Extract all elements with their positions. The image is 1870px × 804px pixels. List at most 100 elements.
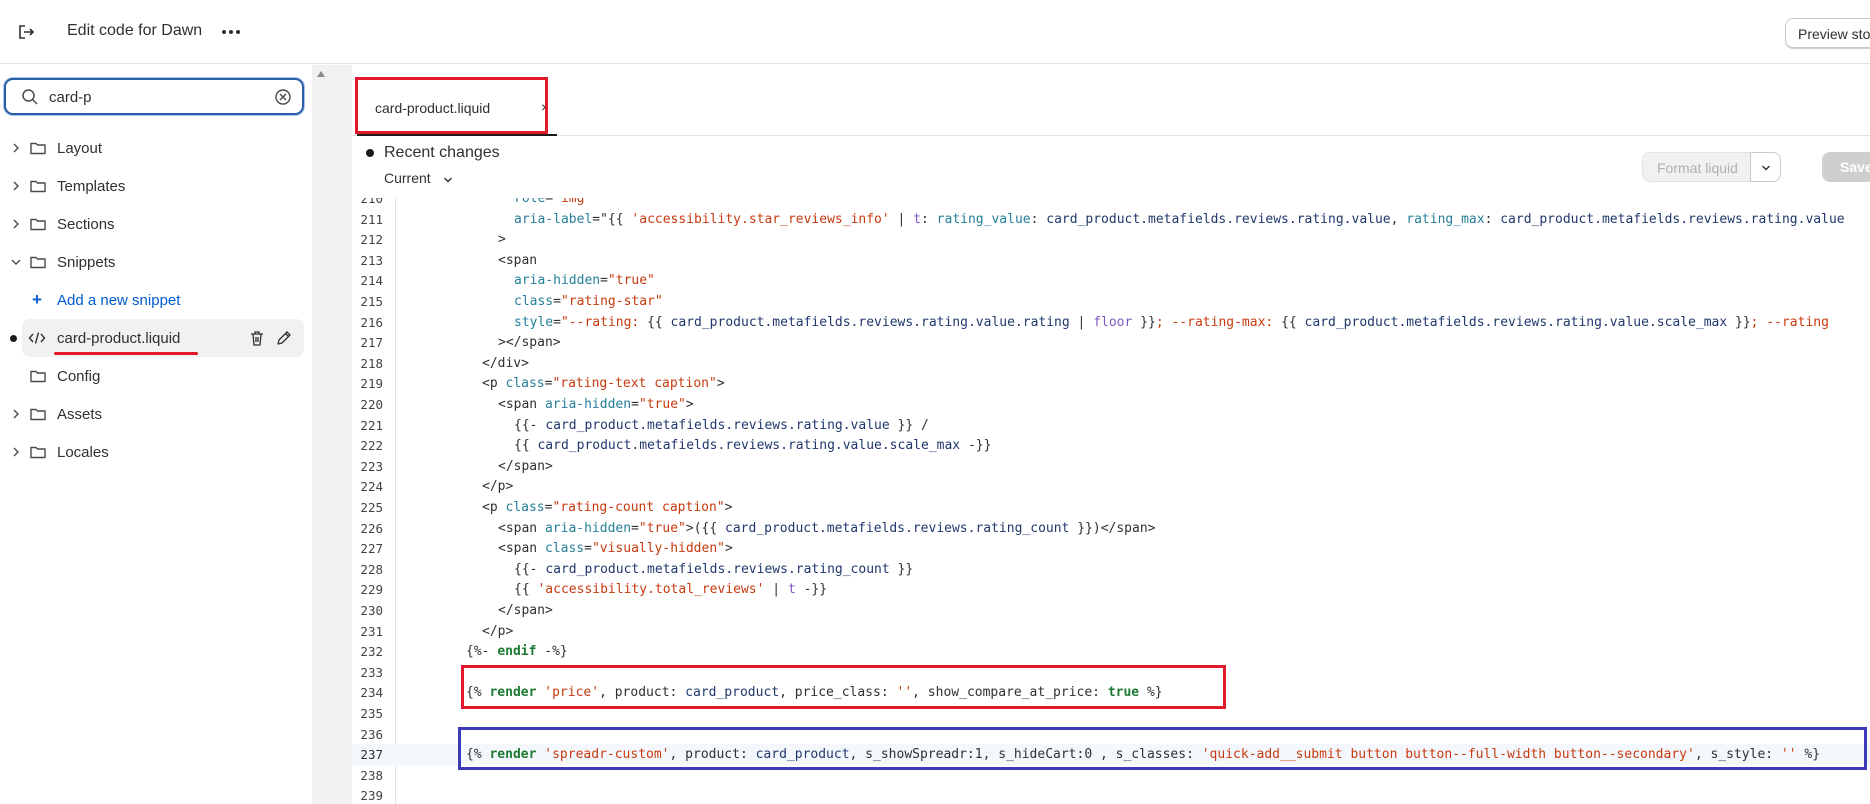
trash-icon[interactable]	[248, 329, 266, 347]
code-line[interactable]: 225 <p class="rating-count caption">	[352, 497, 1870, 518]
line-text: </span>	[498, 458, 553, 474]
save-button[interactable]: Save	[1822, 152, 1870, 182]
preview-store-button[interactable]: Preview store	[1785, 18, 1870, 48]
code-line[interactable]: 224 </p>	[352, 476, 1870, 497]
line-number: 228	[360, 561, 383, 577]
chevron-down-icon	[1762, 165, 1770, 171]
annotation-box-tab	[355, 77, 548, 134]
code-line[interactable]: 231 </p>	[352, 621, 1870, 642]
line-number: 232	[360, 644, 383, 660]
format-options-button[interactable]	[1750, 152, 1781, 182]
code-line[interactable]: 217 ></span>	[352, 332, 1870, 353]
folder-icon	[30, 370, 46, 383]
clear-search-icon[interactable]	[274, 88, 292, 106]
code-line[interactable]: 220 <span aria-hidden="true">	[352, 394, 1870, 415]
folder-layout[interactable]: Layout	[0, 129, 312, 167]
folder-templates[interactable]: Templates	[0, 167, 312, 205]
line-text: class="rating-star"	[514, 294, 663, 309]
line-number: 234	[360, 685, 383, 701]
code-line[interactable]: 211 aria-label="{{ 'accessibility.star_re…	[352, 209, 1870, 230]
page-title: Edit code for Dawn	[67, 22, 203, 39]
format-liquid-button[interactable]: Format liquid	[1642, 152, 1750, 182]
line-text: role="img"	[514, 198, 593, 206]
line-text: {{- card_product.metafields.reviews.rati…	[514, 417, 929, 433]
line-text: style="--rating: {{ card_product.metafie…	[514, 314, 1829, 330]
code-line[interactable]: 229 {{ 'accessibility.total_reviews' | t …	[352, 579, 1870, 600]
code-line[interactable]: 227 <span class="visually-hidden">	[352, 538, 1870, 559]
code-line[interactable]: 213 <span	[352, 250, 1870, 271]
code-line[interactable]: 212 >	[352, 229, 1870, 250]
line-number: 223	[360, 458, 383, 474]
line-number: 217	[360, 335, 383, 351]
code-line[interactable]: 216 style="--rating: {{ card_product.meta…	[352, 312, 1870, 333]
folder-locales[interactable]: Locales	[0, 433, 312, 471]
line-number: 226	[360, 520, 383, 536]
pencil-icon[interactable]	[275, 329, 293, 347]
line-text: </span>	[498, 603, 553, 618]
code-line[interactable]: 226 <span aria-hidden="true">({{ card_pro…	[352, 518, 1870, 539]
folder-icon	[30, 256, 46, 269]
chevron-right-icon	[13, 219, 19, 229]
code-area[interactable]: 210 role="img" 211 aria-label="{{ 'accessib…	[352, 198, 1870, 804]
chevron-right-icon	[13, 409, 19, 419]
line-number: 231	[360, 623, 383, 639]
sidebar-resize-strip[interactable]	[312, 65, 352, 804]
line-number: 212	[360, 232, 383, 248]
line-number: 227	[360, 541, 383, 557]
chevron-right-icon	[13, 181, 19, 191]
code-line[interactable]: 230 </span>	[352, 600, 1870, 621]
folder-assets[interactable]: Assets	[0, 395, 312, 433]
line-text: </p>	[482, 623, 514, 639]
version-select[interactable]: Current	[384, 170, 431, 186]
code-line[interactable]: 221 {{- card_product.metafields.reviews.r…	[352, 415, 1870, 436]
annotation-box-spreadr-render	[458, 727, 1867, 770]
line-number: 230	[360, 603, 383, 618]
search-icon	[22, 89, 38, 105]
line-text: {{- card_product.metafields.reviews.rati…	[514, 561, 914, 577]
code-line[interactable]: 223 </span>	[352, 456, 1870, 477]
folder-sections[interactable]: Sections	[0, 205, 312, 243]
folder-snippets[interactable]: Snippets	[0, 243, 312, 281]
file-tree: Layout Templates Sections Snippets + Add…	[0, 129, 312, 471]
exit-icon	[19, 25, 35, 39]
code-line[interactable]: 232 {%- endif -%}	[352, 641, 1870, 662]
folder-icon	[30, 446, 46, 459]
folder-icon	[30, 408, 46, 421]
line-number: 233	[360, 664, 383, 680]
line-number: 237	[360, 747, 383, 763]
add-snippet-link[interactable]: + Add a new snippet	[0, 281, 312, 319]
line-number: 215	[360, 294, 383, 309]
line-number: 229	[360, 582, 383, 598]
folder-label: Assets	[57, 406, 103, 423]
file-card-product-liquid[interactable]: card-product.liquid	[10, 319, 304, 357]
scroll-up-icon[interactable]	[317, 71, 325, 77]
line-number: 211	[360, 211, 383, 227]
code-line[interactable]: 219 <p class="rating-text caption">	[352, 373, 1870, 394]
code-line[interactable]: 228 {{- card_product.metafields.reviews.r…	[352, 559, 1870, 580]
unsaved-indicator	[10, 335, 17, 342]
plus-icon: +	[32, 290, 42, 309]
search-input[interactable]	[49, 85, 269, 109]
line-number: 210	[360, 198, 383, 206]
folder-config[interactable]: Config	[0, 357, 312, 395]
line-number: 219	[360, 376, 383, 392]
code-line[interactable]: 214 aria-hidden="true"	[352, 270, 1870, 291]
line-number: 238	[360, 767, 383, 783]
line-number: 236	[360, 726, 383, 742]
line-text: >	[498, 232, 506, 248]
exit-button[interactable]	[14, 20, 38, 44]
code-line[interactable]: 222 {{ card_product.metafields.reviews.ra…	[352, 435, 1870, 456]
code-line[interactable]: 239	[352, 785, 1870, 804]
line-text: </div>	[482, 355, 529, 371]
code-line[interactable]: 215 class="rating-star"	[352, 291, 1870, 312]
folder-label: Snippets	[57, 254, 116, 271]
search-field[interactable]	[4, 78, 304, 115]
folder-icon	[30, 218, 46, 231]
line-text: {{ 'accessibility.total_reviews' | t -}}	[514, 582, 828, 598]
line-number: 218	[360, 355, 383, 371]
code-line[interactable]: 218 </div>	[352, 353, 1870, 374]
more-actions-button[interactable]	[218, 20, 244, 44]
code-line[interactable]: 210 role="img"	[352, 198, 1870, 209]
line-number: 225	[360, 500, 383, 515]
chevron-down-icon[interactable]	[442, 174, 454, 186]
